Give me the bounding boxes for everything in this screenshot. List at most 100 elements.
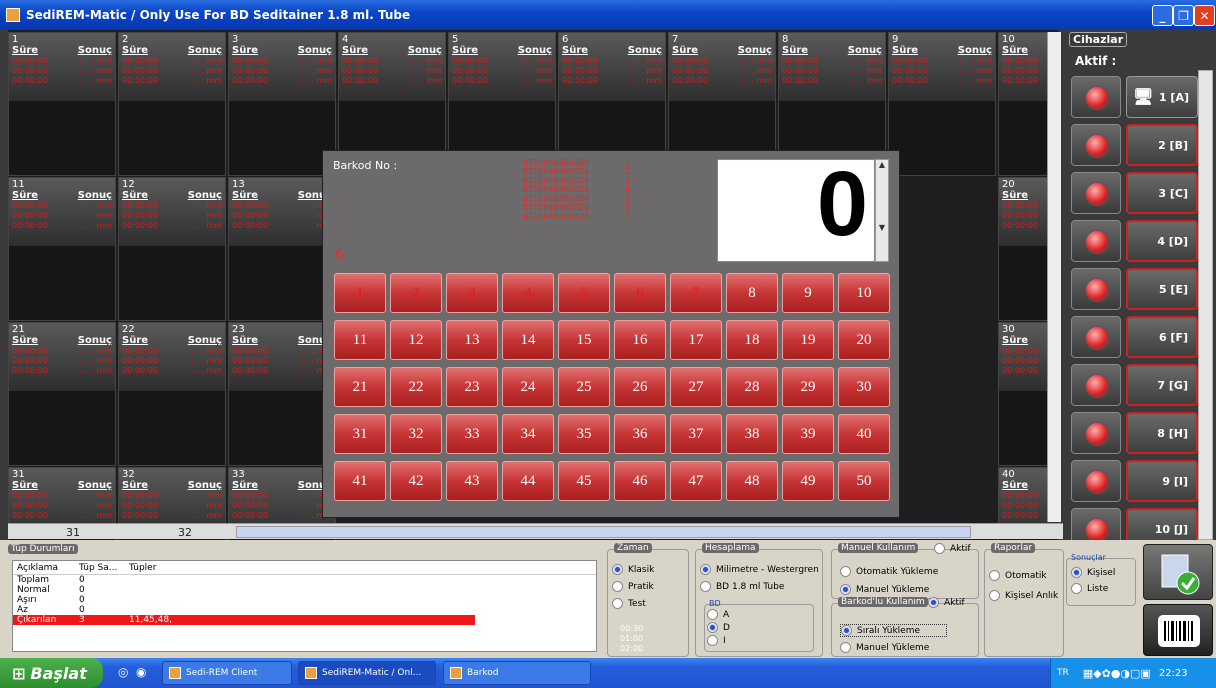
tube-number-button[interactable]: 38 xyxy=(726,414,778,454)
tube-number-button[interactable]: 35 xyxy=(558,414,610,454)
maximize-button[interactable]: ❐ xyxy=(1173,5,1194,26)
table-row[interactable]: Normal 0 xyxy=(13,585,596,595)
pratik-radio[interactable]: Pratik xyxy=(612,581,654,592)
device-status-button[interactable] xyxy=(1071,124,1121,166)
tube-number-button[interactable]: 42 xyxy=(390,461,442,501)
barkod-manuel-yukleme-radio[interactable]: Manuel Yükleme xyxy=(840,642,929,653)
device-status-button[interactable] xyxy=(1071,268,1121,310)
tube-cell[interactable]: 2 Süre Sonuç 00:00:00 . . . mm 00:00:00 . . . … xyxy=(118,32,226,176)
taskbar-item[interactable]: SediREM-Matic / Onl... xyxy=(298,661,436,685)
tube-number-button[interactable]: 16 xyxy=(614,320,666,360)
bd-a-radio[interactable]: A xyxy=(707,609,729,620)
device-button[interactable]: 2 [B] xyxy=(1126,124,1198,166)
tube-number-button[interactable]: 23 xyxy=(446,367,498,407)
tube-number-button[interactable]: 19 xyxy=(782,320,834,360)
tube-number-button[interactable]: 15 xyxy=(558,320,610,360)
tube-number-button[interactable]: 17 xyxy=(670,320,722,360)
bd-i-radio[interactable]: I xyxy=(707,635,726,646)
device-status-button[interactable] xyxy=(1071,172,1121,214)
tube-number-button[interactable]: 46 xyxy=(614,461,666,501)
manuel-aktif-radio[interactable]: Aktif xyxy=(934,543,971,554)
tube-number-button[interactable]: 20 xyxy=(838,320,890,360)
tube-number-button[interactable]: 50 xyxy=(838,461,890,501)
tube-number-button[interactable]: 14 xyxy=(502,320,554,360)
grid-vertical-scrollbar[interactable] xyxy=(1047,32,1061,522)
tube-number-button[interactable]: 27 xyxy=(670,367,722,407)
test-radio[interactable]: Test xyxy=(612,598,646,609)
tube-number-button[interactable]: 30 xyxy=(838,367,890,407)
tube-number-button[interactable]: 45 xyxy=(558,461,610,501)
device-scrollbar[interactable] xyxy=(1198,70,1213,540)
table-row[interactable]: Çıkarılan 3 11,45,48, xyxy=(13,615,475,625)
tube-number-button[interactable]: 25 xyxy=(558,367,610,407)
device-button[interactable]: 3 [C] xyxy=(1126,172,1198,214)
tube-number-button[interactable]: 11 xyxy=(334,320,386,360)
tube-cell[interactable]: 11 Süre Sonuç 00:00:00 . . . mm 00:00:00 . . .… xyxy=(8,177,116,321)
tube-cell[interactable]: 1 Süre Sonuç 00:00:00 . . . mm 00:00:00 . . . … xyxy=(8,32,116,176)
tube-number-button[interactable]: 21 xyxy=(334,367,386,407)
tube-number-button[interactable]: 8 xyxy=(726,273,778,313)
tube-cell[interactable]: 22 Süre Sonuç 00:00:00 . . . mm 00:00:00 . . .… xyxy=(118,322,226,466)
tube-number-button[interactable]: 10 xyxy=(838,273,890,313)
tube-number-button[interactable]: 43 xyxy=(446,461,498,501)
tube-cell[interactable]: 23 Süre Sonuç 00:00:00. . . mm 00:00:00. . .… xyxy=(228,322,336,466)
count-scrollbar[interactable]: ▲ ▼ xyxy=(875,159,889,262)
device-button[interactable]: 5 [E] xyxy=(1126,268,1198,310)
tube-number-button[interactable]: 26 xyxy=(614,367,666,407)
device-button[interactable]: 9 [I] xyxy=(1126,460,1198,502)
tube-number-button[interactable]: 37 xyxy=(670,414,722,454)
tube-number-button[interactable]: 47 xyxy=(670,461,722,501)
tube-number-button[interactable]: 39 xyxy=(782,414,834,454)
tube-number-button[interactable]: 44 xyxy=(502,461,554,501)
device-status-button[interactable] xyxy=(1071,76,1121,118)
device-status-button[interactable] xyxy=(1071,460,1121,502)
tube-number-button[interactable]: 28 xyxy=(726,367,778,407)
device-status-button[interactable] xyxy=(1071,412,1121,454)
tube-number-button[interactable]: 34 xyxy=(502,414,554,454)
tube-number-button[interactable]: 9 xyxy=(782,273,834,313)
device-button[interactable]: 8 [H] xyxy=(1126,412,1198,454)
barkodlu-aktif-radio[interactable]: Aktif xyxy=(928,597,965,608)
kisisel-radio[interactable]: Kişisel xyxy=(1071,567,1115,578)
tube-number-button[interactable]: 31 xyxy=(334,414,386,454)
tube-number-button[interactable]: 40 xyxy=(838,414,890,454)
liste-radio[interactable]: Liste xyxy=(1071,583,1108,594)
otomatik-yukleme-radio[interactable]: Otomatik Yükleme xyxy=(840,566,938,577)
tube-number-button[interactable]: 1 xyxy=(334,273,386,313)
taskbar-item[interactable]: Sedi-REM Client xyxy=(162,661,292,685)
table-row[interactable]: Toplam 0 xyxy=(13,575,596,585)
save-results-button[interactable] xyxy=(1143,544,1213,600)
milimetre-radio[interactable]: Milimetre - Westergren xyxy=(700,564,819,575)
tube-cell[interactable]: 9 Süre Sonuç 00:00:00 . . . mm 00:00:00 . . . … xyxy=(888,32,996,176)
grid-horizontal-scrollbar[interactable]: 31 32 xyxy=(8,523,1063,539)
tube-number-button[interactable]: 2 xyxy=(390,273,442,313)
tube-number-button[interactable]: 36 xyxy=(614,414,666,454)
tube-number-button[interactable]: 5 xyxy=(558,273,610,313)
tube-number-button[interactable]: 3 xyxy=(446,273,498,313)
start-button[interactable]: ⊞ Başlat xyxy=(0,658,103,688)
tube-number-button[interactable]: 32 xyxy=(390,414,442,454)
device-button[interactable]: 4 [D] xyxy=(1126,220,1198,262)
tube-number-button[interactable]: 24 xyxy=(502,367,554,407)
taskbar-item[interactable]: Barkod xyxy=(443,661,591,685)
sirali-yukleme-radio[interactable]: Sıralı Yükleme xyxy=(840,624,948,637)
quick-launch-icon[interactable]: ◎ xyxy=(118,665,128,679)
tube-number-button[interactable]: 12 xyxy=(390,320,442,360)
table-row[interactable]: Aşırı 0 xyxy=(13,595,596,605)
manuel-yukleme-radio[interactable]: Manuel Yükleme xyxy=(840,584,929,595)
browser-icon[interactable]: ◉ xyxy=(136,665,146,679)
close-button[interactable]: ✕ xyxy=(1194,5,1215,26)
device-status-button[interactable] xyxy=(1071,220,1121,262)
tube-number-button[interactable]: 18 xyxy=(726,320,778,360)
tube-number-button[interactable]: 6 xyxy=(614,273,666,313)
klasik-radio[interactable]: Klasik xyxy=(612,564,654,575)
device-button[interactable]: 6 [F] xyxy=(1126,316,1198,358)
device-status-button[interactable] xyxy=(1071,364,1121,406)
language-indicator[interactable]: TR xyxy=(1057,668,1069,678)
tube-number-button[interactable]: 22 xyxy=(390,367,442,407)
table-row[interactable]: Az 0 xyxy=(13,605,596,615)
tube-number-button[interactable]: 48 xyxy=(726,461,778,501)
device-status-button[interactable] xyxy=(1071,316,1121,358)
tube-number-button[interactable]: 29 xyxy=(782,367,834,407)
tube-number-button[interactable]: 13 xyxy=(446,320,498,360)
